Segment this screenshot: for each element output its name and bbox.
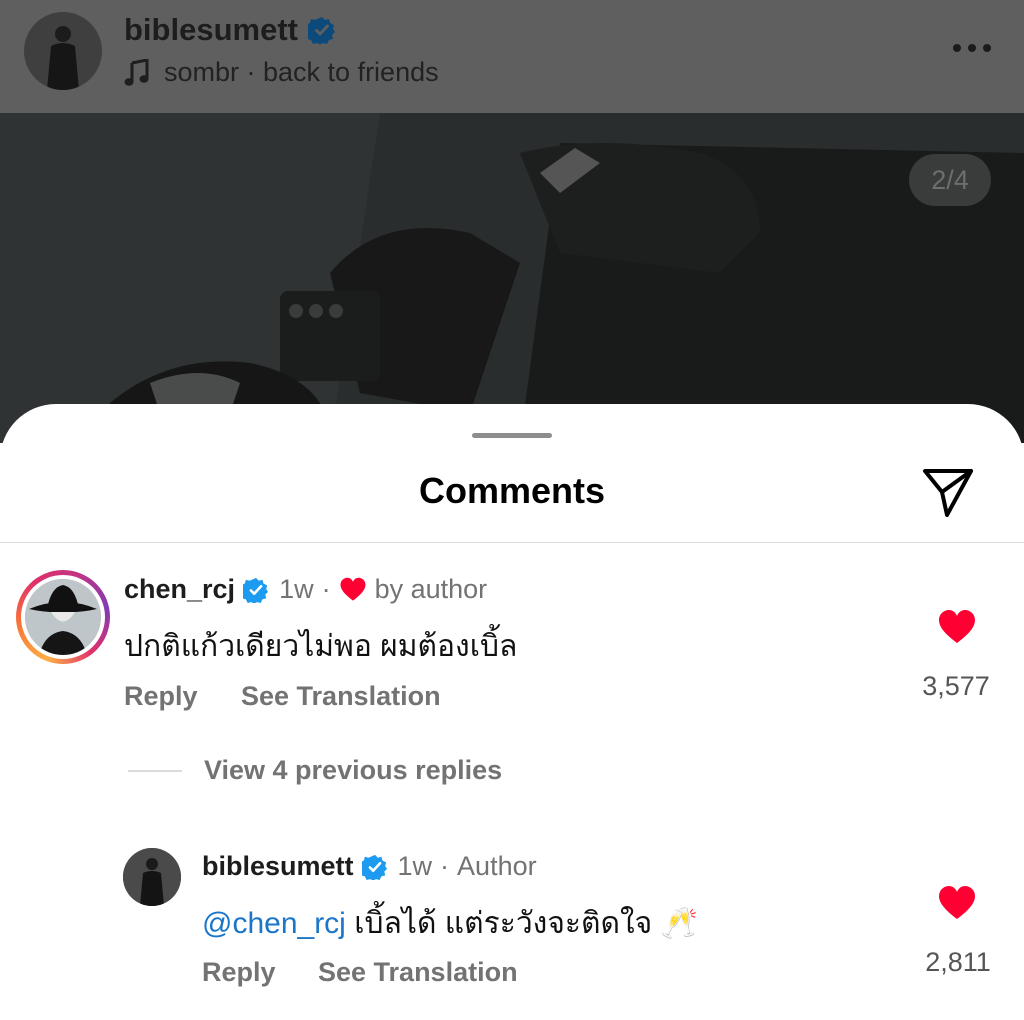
- champagne-emoji: 🥂: [660, 907, 698, 940]
- drag-handle[interactable]: [472, 433, 552, 438]
- comment-text: ปกติแก้วเดียวไม่พอ ผมต้องเบิ้ล: [124, 630, 518, 663]
- view-replies-line: [128, 770, 182, 772]
- verified-badge-icon: [243, 577, 269, 603]
- reply-text: @chen_rcj เบิ้ลได้ แต่ระวังจะติดใจ 🥂: [202, 900, 698, 947]
- author-label: Author: [457, 851, 537, 881]
- comment-time: 1w: [279, 574, 314, 604]
- page-counter: 2/4: [909, 154, 991, 206]
- see-translation-button[interactable]: See Translation: [241, 681, 441, 712]
- meta-separator: ·: [440, 851, 450, 881]
- meta-separator: ·: [321, 574, 331, 604]
- reply-button[interactable]: Reply: [202, 957, 276, 988]
- comment-avatar: [25, 579, 101, 655]
- post-header: biblesumett sombr · back to friends: [0, 0, 1024, 113]
- view-previous-replies-button[interactable]: View 4 previous replies: [204, 755, 502, 786]
- verified-badge-icon: [361, 854, 387, 880]
- post-music-label: sombr · back to friends: [164, 57, 439, 87]
- post-username-row[interactable]: biblesumett: [124, 12, 336, 48]
- reply-mention-link[interactable]: @chen_rcj: [202, 907, 346, 940]
- reply-time: 1w: [397, 851, 433, 881]
- comment-avatar-story-ring[interactable]: [16, 570, 110, 664]
- reply-username[interactable]: biblesumett: [202, 851, 354, 882]
- like-heart-icon[interactable]: [937, 609, 977, 645]
- reply-body: เบิ้ลได้ แต่ระวังจะติดใจ: [345, 907, 661, 940]
- more-options-icon[interactable]: [950, 38, 994, 58]
- post-music-row[interactable]: sombr · back to friends: [124, 57, 439, 88]
- share-icon[interactable]: [920, 464, 976, 520]
- reply-button[interactable]: Reply: [124, 681, 198, 712]
- reply-avatar[interactable]: [123, 848, 181, 906]
- music-note-icon: [124, 58, 149, 86]
- post-author-avatar[interactable]: [24, 12, 102, 90]
- liked-by-label: by author: [374, 574, 488, 604]
- post-username[interactable]: biblesumett: [124, 12, 298, 48]
- comments-title: Comments: [418, 470, 606, 511]
- post-photo-image: [0, 113, 1024, 443]
- sheet-divider: [0, 542, 1024, 543]
- like-heart-icon[interactable]: [937, 885, 977, 921]
- comment-username[interactable]: chen_rcj: [124, 574, 235, 605]
- like-count: 3,577: [922, 671, 990, 701]
- reply-meta: biblesumett 1w · Author: [202, 851, 537, 882]
- verified-badge-icon: [307, 17, 335, 44]
- liked-by-author-heart-icon: [340, 577, 366, 601]
- like-count: 2,811: [925, 947, 991, 977]
- see-translation-button[interactable]: See Translation: [318, 957, 518, 988]
- comment-meta: chen_rcj 1w · by author: [124, 574, 487, 605]
- post-photo[interactable]: 2/4: [0, 113, 1024, 443]
